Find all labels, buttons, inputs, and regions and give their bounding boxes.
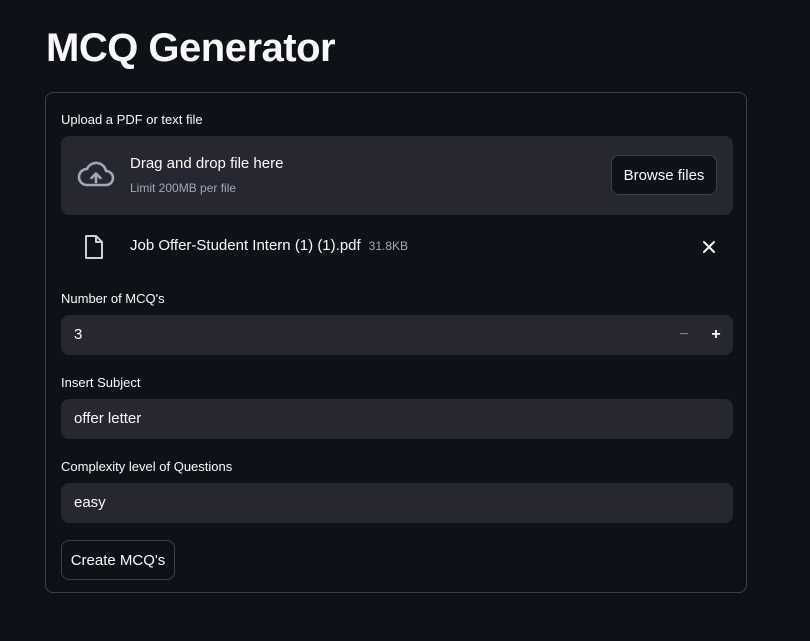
increment-button[interactable]: + <box>700 315 732 355</box>
dropzone-instructions: Drag and drop file here <box>130 155 284 172</box>
file-dropzone[interactable]: Drag and drop file here Limit 200MB per … <box>61 136 733 215</box>
browse-files-button[interactable]: Browse files <box>611 155 717 195</box>
uploaded-file-size: 31.8KB <box>368 239 409 253</box>
subject-input[interactable]: offer letter <box>61 399 733 439</box>
decrement-button[interactable]: − <box>668 315 700 355</box>
file-uploader-label: Upload a PDF or text file <box>61 112 203 127</box>
close-icon[interactable] <box>700 238 718 256</box>
num-mcq-input[interactable]: 3 − + <box>61 315 733 355</box>
uploaded-file: Job Offer-Student Intern (1) (1).pdf 31.8… <box>61 227 733 267</box>
complexity-label: Complexity level of Questions <box>61 459 233 474</box>
dropzone-limit: Limit 200MB per file <box>130 181 237 195</box>
page-title: MCQ Generator <box>46 26 336 70</box>
create-mcqs-button[interactable]: Create MCQ's <box>61 540 175 580</box>
file-icon <box>85 235 103 259</box>
cloud-upload-icon <box>77 161 115 187</box>
complexity-input[interactable]: easy <box>61 483 733 523</box>
subject-label: Insert Subject <box>61 375 141 390</box>
num-mcq-value: 3 <box>74 326 83 343</box>
uploaded-file-name: Job Offer-Student Intern (1) (1).pdf <box>130 237 361 254</box>
num-mcq-label: Number of MCQ's <box>61 291 165 306</box>
mcq-form: Upload a PDF or text file Drag and drop … <box>45 92 747 593</box>
